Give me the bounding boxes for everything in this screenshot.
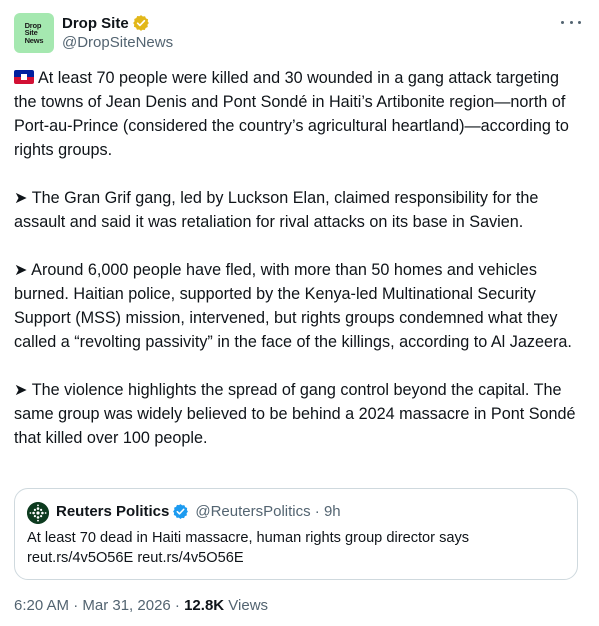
- reuters-logo-icon: [27, 502, 49, 524]
- author-handle[interactable]: @DropSiteNews: [62, 34, 173, 51]
- paragraph-text: At least 70 people were killed and 30 wo…: [14, 69, 569, 159]
- dot: [569, 20, 573, 24]
- tweet-paragraph: ➤ The Gran Grif gang, led by Luckson Ela…: [14, 189, 539, 231]
- quoted-headline: At least 70 dead in Haiti massacre, huma…: [27, 530, 470, 546]
- tweet-text: At least 70 people were killed and 30 wo…: [14, 66, 584, 450]
- author-avatar[interactable]: Drop Site News: [14, 13, 54, 53]
- quoted-text: At least 70 dead in Haiti massacre, huma…: [27, 528, 567, 568]
- verified-badge-icon: [173, 504, 189, 519]
- more-options-button[interactable]: [561, 15, 581, 29]
- quoted-handle-time[interactable]: @ReutersPolitics · 9h: [195, 503, 340, 520]
- author-display-name[interactable]: Drop Site: [62, 15, 129, 32]
- tweet: Drop Site News Drop Site @DropSiteNews A…: [0, 0, 599, 626]
- quoted-display-name[interactable]: Reuters Politics: [56, 503, 169, 520]
- quoted-links[interactable]: reut.rs/4v5O56E reut.rs/4v5O56E: [27, 548, 567, 568]
- avatar-logo-text: Drop Site News: [24, 20, 44, 45]
- views-label: Views: [224, 597, 269, 614]
- quoted-author-avatar[interactable]: [27, 502, 49, 524]
- timestamp[interactable]: 6:20 AM · Mar 31, 2026 ·: [14, 597, 184, 614]
- tweet-meta: 6:20 AM · Mar 31, 2026 · 12.8K Views: [14, 597, 268, 614]
- verified-badge-icon: [132, 15, 149, 31]
- views-count[interactable]: 12.8K: [184, 597, 224, 614]
- tweet-paragraph: At least 70 people were killed and 30 wo…: [14, 66, 584, 162]
- tweet-paragraph: ➤ Around 6,000 people have fled, with mo…: [14, 261, 572, 351]
- haiti-flag-icon: [14, 70, 34, 84]
- author-name-row: Drop Site: [62, 14, 150, 32]
- dot: [578, 20, 581, 24]
- dot: [561, 20, 564, 24]
- quoted-tweet-card[interactable]: Reuters Politics @ReutersPolitics · 9h A…: [14, 488, 578, 580]
- quoted-name-row: Reuters Politics @ReutersPolitics · 9h: [56, 503, 341, 520]
- tweet-paragraph: ➤ The violence highlights the spread of …: [14, 381, 576, 447]
